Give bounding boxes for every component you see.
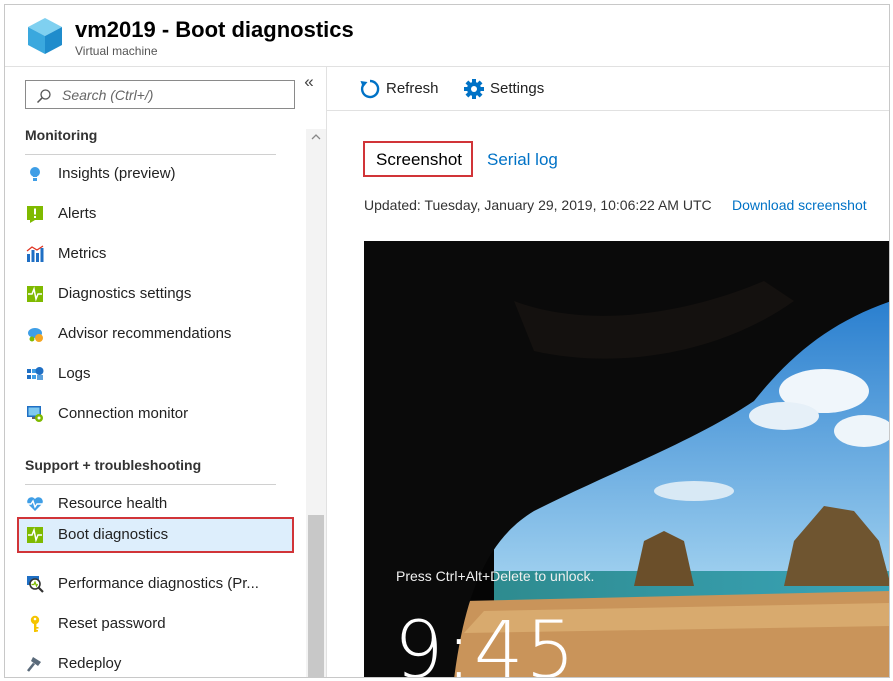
sidebar-item-label: Advisor recommendations <box>58 325 232 342</box>
tab-screenshot[interactable]: Screenshot <box>363 141 473 177</box>
sidebar-item-insights[interactable]: Insights (preview) <box>17 156 294 192</box>
resource-menu: « Monitoring Insights (preview) <box>5 67 327 677</box>
blade-header: vm2019 - Boot diagnostics Virtual machin… <box>5 5 889 67</box>
pulse-icon <box>27 286 43 302</box>
sidebar-item-label: Connection monitor <box>58 405 189 422</box>
download-screenshot-link[interactable]: Download screenshot <box>732 197 867 213</box>
refresh-button[interactable]: Refresh <box>359 77 449 101</box>
page-title: vm2019 - Boot diagnostics <box>75 17 354 42</box>
search-box[interactable] <box>25 80 295 109</box>
logs-icon <box>27 367 44 380</box>
refresh-icon <box>360 79 380 99</box>
lock-screen-clock: 9:45 <box>394 606 578 678</box>
search-icon <box>36 89 51 104</box>
sidebar-item-performance-diagnostics[interactable]: Performance diagnostics (Pr... <box>17 566 294 602</box>
alert-icon <box>27 206 43 223</box>
sidebar-item-redeploy[interactable]: Redeploy <box>17 646 294 677</box>
sidebar-item-logs[interactable]: Logs <box>17 356 294 392</box>
lightbulb-icon <box>30 167 40 181</box>
heart-pulse-icon <box>27 497 43 511</box>
section-divider <box>25 484 276 485</box>
portal-window: vm2019 - Boot diagnostics Virtual machin… <box>4 4 890 678</box>
collapse-menu-button[interactable]: « <box>301 73 317 91</box>
sidebar-item-label: Boot diagnostics <box>58 526 169 543</box>
command-bar: Refresh Settings <box>327 67 889 111</box>
gear-icon <box>464 79 484 99</box>
sidebar-item-label: Metrics <box>58 245 107 262</box>
lock-screen-message: Press Ctrl+Alt+Delete to unlock. <box>396 568 595 584</box>
section-header-support-troubleshooting: Support + troubleshooting <box>25 457 202 473</box>
virtual-machine-cube-icon <box>28 18 62 54</box>
tab-label: Screenshot <box>376 150 462 169</box>
pulse-icon <box>27 527 43 543</box>
menu-scrollbar[interactable] <box>306 129 326 677</box>
updated-timestamp: Updated: Tuesday, January 29, 2019, 10:0… <box>364 197 712 213</box>
scroll-up-arrow-icon[interactable] <box>310 131 322 143</box>
sidebar-item-label: Insights (preview) <box>58 165 176 182</box>
refresh-label: Refresh <box>386 80 439 97</box>
tab-label: Serial log <box>487 150 558 169</box>
sidebar-item-label: Redeploy <box>58 655 122 672</box>
sidebar-item-boot-diagnostics[interactable]: Boot diagnostics <box>17 517 294 553</box>
sidebar-item-label: Alerts <box>58 205 97 222</box>
sidebar-item-label: Performance diagnostics (Pr... <box>58 575 259 592</box>
hammer-icon <box>26 657 41 672</box>
sidebar-item-connection-monitor[interactable]: Connection monitor <box>17 396 294 432</box>
sidebar-item-advisor-recommendations[interactable]: Advisor recommendations <box>17 316 294 352</box>
boot-screenshot-image: Press Ctrl+Alt+Delete to unlock. 9:45 <box>364 241 889 678</box>
bar-chart-icon <box>26 245 44 262</box>
sidebar-item-label: Diagnostics settings <box>58 285 192 302</box>
scrollbar-thumb[interactable] <box>308 515 324 677</box>
sidebar-item-label: Resource health <box>58 495 168 512</box>
section-divider <box>25 154 276 155</box>
key-icon <box>30 615 40 632</box>
search-input[interactable] <box>62 85 287 105</box>
sidebar-item-metrics[interactable]: Metrics <box>17 236 294 272</box>
section-header-monitoring: Monitoring <box>25 127 98 143</box>
sidebar-item-alerts[interactable]: Alerts <box>17 196 294 232</box>
cloud-advisor-icon <box>28 328 43 342</box>
settings-label: Settings <box>490 80 545 97</box>
sidebar-item-reset-password[interactable]: Reset password <box>17 606 294 642</box>
sidebar-item-label: Reset password <box>58 615 166 632</box>
settings-button[interactable]: Settings <box>463 77 563 101</box>
magnifier-icon <box>27 576 44 593</box>
sidebar-item-diagnostics-settings[interactable]: Diagnostics settings <box>17 276 294 312</box>
page-subtitle: Virtual machine <box>75 44 158 58</box>
sidebar-item-label: Logs <box>58 365 91 382</box>
connection-monitor-icon <box>27 406 43 422</box>
